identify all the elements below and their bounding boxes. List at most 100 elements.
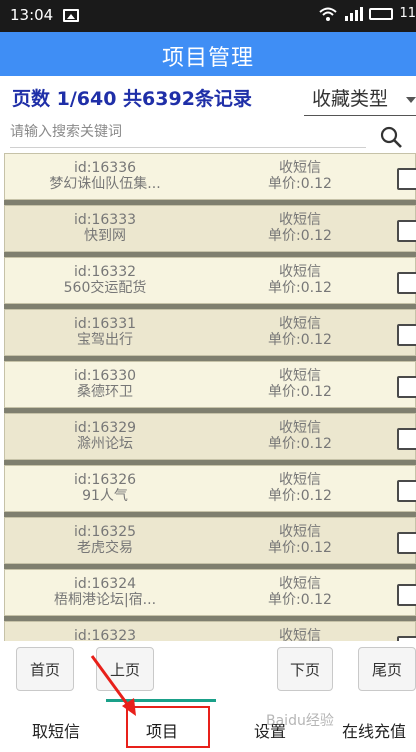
row-id-name: id:16326 91人气 [5, 472, 205, 504]
row-type: 收短信 [279, 524, 321, 540]
row-price: 单价:0.12 [268, 384, 332, 400]
row-id: id:16323 [73, 628, 137, 641]
page-info: 页数 1/640 共6392条记录 [12, 88, 252, 110]
row-price: 单价:0.12 [268, 280, 332, 296]
row-type-price: 收短信 单价:0.12 [205, 212, 395, 244]
table-row[interactable]: id:16325 老虎交易 收短信 单价:0.12 [4, 517, 416, 564]
first-page-button[interactable]: 首页 [16, 647, 74, 691]
row-type: 收短信 [279, 368, 321, 384]
tab-recharge[interactable]: 在线充值 [342, 718, 406, 742]
row-type-price: 收短信 单价:0.12 [205, 160, 395, 192]
row-id: id:16330 [73, 368, 137, 384]
row-id-name: id:16336 梦幻诛仙队伍集... [5, 160, 205, 192]
row-name: 560交运配货 [63, 280, 147, 296]
table-row[interactable]: id:16329 滁州论坛 收短信 单价:0.12 [4, 413, 416, 460]
row-type-price: 收短信 单价:0.12 [205, 524, 395, 556]
table-row[interactable]: id:16330 桑德环卫 收短信 单价:0.12 [4, 361, 416, 408]
search-input[interactable] [10, 116, 366, 148]
status-bar: 13:04 11 [0, 0, 416, 32]
next-page-button[interactable]: 下页 [277, 647, 333, 691]
row-id: id:16331 [73, 316, 137, 332]
row-name: 桑德环卫 [77, 384, 133, 400]
wifi-icon [319, 7, 338, 21]
title-bar: 项目管理 [0, 32, 416, 76]
tab-get-sms[interactable]: 取短信 [32, 718, 80, 742]
row-type: 收短信 [279, 472, 321, 488]
table-row[interactable]: id:16336 梦幻诛仙队伍集... 收短信 单价:0.12 [4, 153, 416, 200]
battery-icon [369, 7, 394, 20]
page-title: 项目管理 [161, 46, 254, 71]
row-checkbox[interactable] [397, 428, 416, 450]
pager: 首页 上页 下页 尾页 [0, 641, 416, 699]
row-id-name: id:16333 快到网 [5, 212, 205, 244]
row-name: 梧桐港论坛|宿... [53, 592, 157, 608]
row-price: 单价:0.12 [268, 176, 332, 192]
table-row[interactable]: id:16326 91人气 收短信 单价:0.12 [4, 465, 416, 512]
row-name: 梦幻诛仙队伍集... [49, 176, 161, 192]
table-row[interactable]: id:16331 宝驾出行 收短信 单价:0.12 [4, 309, 416, 356]
row-type-price: 收短信 单价:0.12 [205, 316, 395, 348]
row-type-price: 收短信 单价:0.12 [205, 264, 395, 296]
row-checkbox[interactable] [397, 168, 416, 190]
row-id-name: id:16329 滁州论坛 [5, 420, 205, 452]
row-id-name: id:16332 560交运配货 [5, 264, 205, 296]
last-page-button[interactable]: 尾页 [358, 647, 416, 691]
row-type: 收短信 [279, 212, 321, 228]
row-type: 收短信 [279, 316, 321, 332]
table-row[interactable]: id:16323 收短信 [4, 621, 416, 641]
row-type-price: 收短信 单价:0.12 [205, 576, 395, 608]
row-type-price: 收短信 单价:0.12 [205, 368, 395, 400]
row-id-name: id:16331 宝驾出行 [5, 316, 205, 348]
row-type: 收短信 [279, 576, 321, 592]
row-id: id:16325 [73, 524, 137, 540]
favorite-type-select[interactable]: 收藏类型 [304, 84, 416, 116]
favorite-type-value: 收藏类型 [312, 88, 389, 110]
project-list[interactable]: id:16336 梦幻诛仙队伍集... 收短信 单价:0.12 id:16333 快到… [4, 153, 416, 641]
table-row[interactable]: id:16332 560交运配货 收短信 单价:0.12 [4, 257, 416, 304]
row-checkbox[interactable] [397, 272, 416, 294]
row-id: id:16333 [73, 212, 137, 228]
status-icons: 11 [319, 6, 416, 21]
table-row[interactable]: id:16333 快到网 收短信 单价:0.12 [4, 205, 416, 252]
row-checkbox[interactable] [397, 480, 416, 502]
row-name: 老虎交易 [77, 540, 133, 556]
table-row[interactable]: id:16324 梧桐港论坛|宿... 收短信 单价:0.12 [4, 569, 416, 616]
battery-text: 11 [399, 6, 416, 21]
row-price: 单价:0.12 [268, 436, 332, 452]
row-id-name: id:16323 [5, 628, 205, 641]
row-name: 宝驾出行 [77, 332, 133, 348]
row-type-price: 收短信 [205, 628, 395, 641]
row-checkbox[interactable] [397, 532, 416, 554]
row-checkbox[interactable] [397, 584, 416, 606]
row-type: 收短信 [279, 160, 321, 176]
row-name: 快到网 [84, 228, 126, 244]
search-icon[interactable] [380, 126, 402, 148]
status-time: 13:04 [10, 6, 54, 24]
row-price: 单价:0.12 [268, 488, 332, 504]
row-id: id:16324 [73, 576, 137, 592]
row-id: id:16329 [73, 420, 137, 436]
row-checkbox[interactable] [397, 376, 416, 398]
row-id: id:16332 [73, 264, 137, 280]
row-type: 收短信 [279, 264, 321, 280]
row-type-price: 收短信 单价:0.12 [205, 420, 395, 452]
row-name: 滁州论坛 [77, 436, 133, 452]
watermark: Baidu经验 [266, 713, 334, 729]
row-name: 91人气 [82, 488, 128, 504]
chevron-down-icon [406, 97, 416, 103]
image-icon [63, 9, 79, 22]
row-id-name: id:16330 桑德环卫 [5, 368, 205, 400]
row-price: 单价:0.12 [268, 332, 332, 348]
row-checkbox[interactable] [397, 324, 416, 346]
row-id: id:16326 [73, 472, 137, 488]
row-price: 单价:0.12 [268, 540, 332, 556]
row-checkbox[interactable] [397, 220, 416, 242]
row-price: 单价:0.12 [268, 228, 332, 244]
signal-icon [345, 6, 364, 21]
row-id: id:16336 [73, 160, 137, 176]
row-id-name: id:16325 老虎交易 [5, 524, 205, 556]
row-type: 收短信 [279, 628, 321, 641]
row-price: 单价:0.12 [268, 592, 332, 608]
row-type-price: 收短信 单价:0.12 [205, 472, 395, 504]
row-type: 收短信 [279, 420, 321, 436]
